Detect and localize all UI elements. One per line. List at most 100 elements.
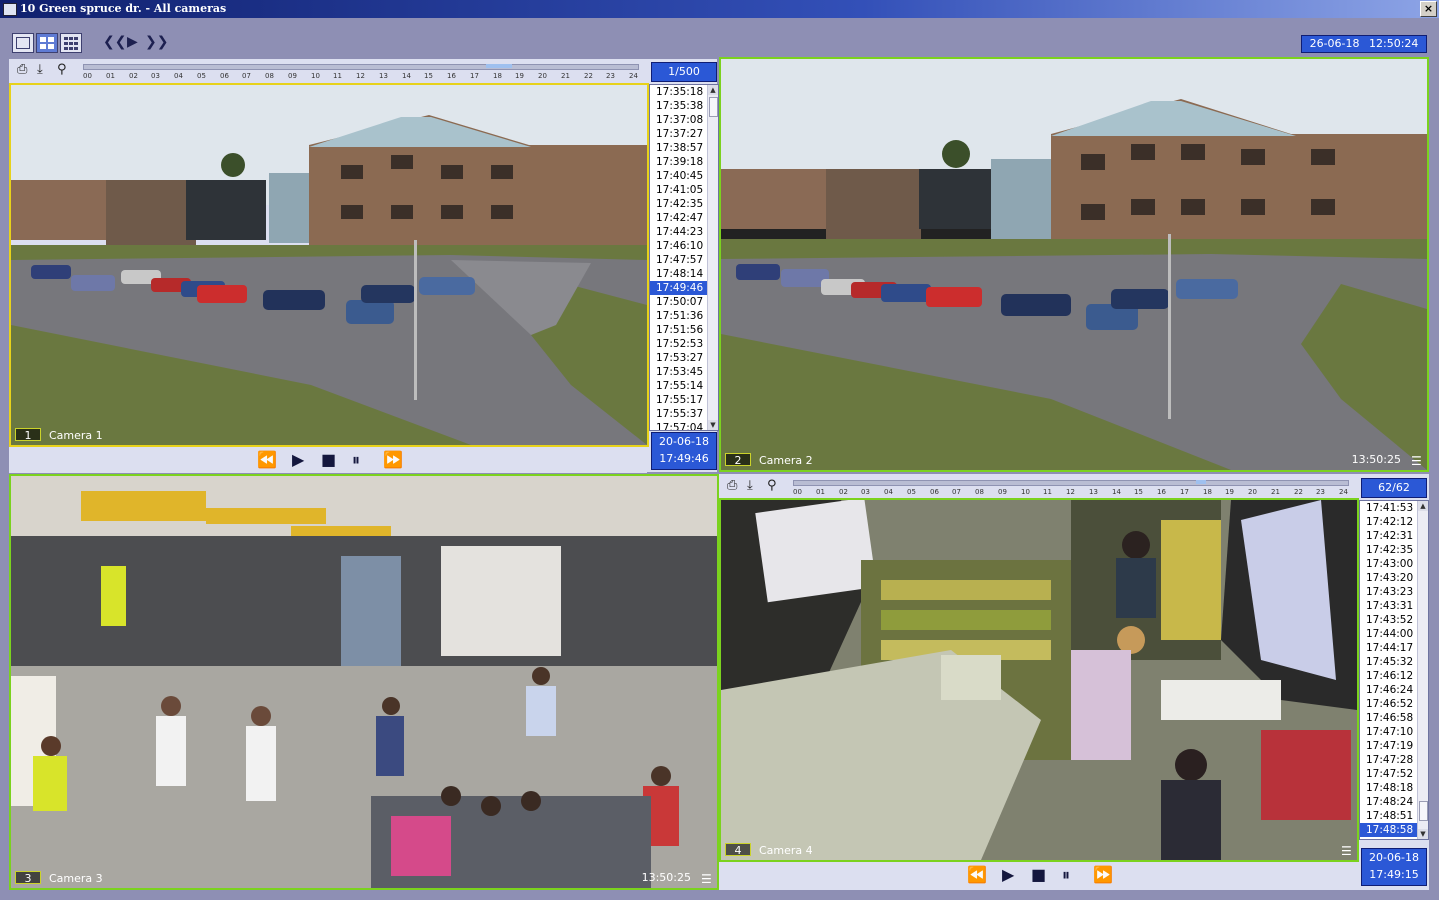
timeline-tick-label: 18 [493, 72, 502, 80]
search-icon[interactable]: ⚲ [767, 479, 777, 493]
print-icon[interactable]: ⎙ [727, 479, 737, 493]
timeline-tick-label: 00 [83, 72, 92, 80]
timeline-tick-label: 11 [333, 72, 342, 80]
camera-4-playback-controls: ⏪ ▶ ■ ⏸ ⏩ [719, 862, 1357, 888]
camera-1-video[interactable]: 1 Camera 1 [9, 83, 649, 447]
camera-1-counter: 1/500 [651, 62, 717, 82]
timeline-tick-label: 13 [379, 72, 388, 80]
download-icon[interactable]: ⤓ [37, 63, 43, 77]
app-icon [3, 3, 17, 16]
parking-lot-scene [11, 85, 647, 445]
timeline-tick-label: 14 [402, 72, 411, 80]
timeline-tick-label: 06 [930, 488, 939, 496]
timeline-tick-label: 20 [1248, 488, 1257, 496]
timeline-tick-label: 01 [816, 488, 825, 496]
camera-1-archive-datetime: 20-06-18 17:49:46 [651, 432, 717, 470]
timeline-tick-label: 17 [470, 72, 479, 80]
timeline-tick-label: 22 [584, 72, 593, 80]
main-toolbar: ❮❮ ▶ ❯❯ 26-06-18 12:50:24 [0, 18, 1439, 58]
timeline-tick-label: 05 [907, 488, 916, 496]
play-button[interactable]: ▶ [1002, 867, 1014, 883]
timeline-tick-label: 02 [839, 488, 848, 496]
rewind-button[interactable]: ⏪ [257, 452, 277, 468]
timeline-cursor[interactable] [486, 64, 512, 68]
pause-button[interactable]: ⏸ [352, 452, 360, 468]
camera-4-archive-date: 20-06-18 [1369, 851, 1419, 864]
title-bar: 10 Green spruce dr. - All cameras × [0, 0, 1439, 18]
stop-button[interactable]: ■ [321, 452, 336, 468]
camera-1-archive-date: 20-06-18 [659, 435, 709, 448]
layout-single-button[interactable] [12, 33, 34, 53]
camera-4-event-list[interactable]: 17:41:53 17:42:12 17:42:31 17:42:35 17:43:00… [1359, 500, 1429, 840]
current-time: 12:50:24 [1369, 37, 1419, 50]
camera-3-label: 3 Camera 3 [15, 871, 103, 885]
convenience-store-scene [721, 500, 1357, 860]
timeline-tick-label: 23 [606, 72, 615, 80]
play-button[interactable]: ▶ [292, 452, 304, 468]
fast-forward-button[interactable]: ⏩ [1093, 867, 1113, 883]
camera-2-label: 2 Camera 2 [725, 453, 813, 467]
timeline-tick-label: 03 [861, 488, 870, 496]
fast-forward-button[interactable]: ⏩ [383, 452, 403, 468]
download-icon[interactable]: ⤓ [747, 479, 753, 493]
camera-4-timeline[interactable]: 00 01 02 03 04 05 06 07 08 09 10 11 12 13 14 15 16 17 18 19… [793, 480, 1349, 496]
timeline-tick-label: 16 [1157, 488, 1166, 496]
timeline-tick-label: 07 [952, 488, 961, 496]
search-icon[interactable]: ⚲ [57, 63, 67, 77]
menu-icon[interactable]: ☰ [1341, 845, 1353, 857]
timeline-tick-label: 03 [151, 72, 160, 80]
timeline-tick-label: 07 [242, 72, 251, 80]
previous-page-icon[interactable]: ❮❮ [103, 33, 126, 51]
event-list-scrollbar[interactable]: ▲ ▼ [707, 85, 718, 430]
play-icon[interactable]: ▶ [127, 33, 138, 51]
timeline-tick-label: 17 [1180, 488, 1189, 496]
camera-4-archive-time: 17:49:15 [1369, 868, 1419, 881]
timeline-tick-label: 09 [288, 72, 297, 80]
camera-3-number: 3 [15, 871, 41, 885]
window-title: 10 Green spruce dr. - All cameras [20, 2, 227, 15]
timeline-tick-label: 15 [1134, 488, 1143, 496]
timeline-tick-label: 13 [1089, 488, 1098, 496]
timeline-tick-label: 24 [1339, 488, 1348, 496]
camera-1-playback-controls: ⏪ ▶ ■ ⏸ ⏩ [9, 447, 647, 473]
camera-4-counter: 62/62 [1361, 478, 1427, 498]
timeline-tick-label: 08 [975, 488, 984, 496]
timeline-tick-label: 01 [106, 72, 115, 80]
timeline-tick-label: 12 [1066, 488, 1075, 496]
timeline-tick-label: 19 [515, 72, 524, 80]
camera-3-live-time: 13:50:25 [641, 871, 691, 884]
camera-4-archive-datetime: 20-06-18 17:49:15 [1361, 848, 1427, 886]
rewind-button[interactable]: ⏪ [967, 867, 987, 883]
camera-3-video[interactable]: 3 Camera 3 13:50:25 ☰ [9, 474, 719, 890]
timeline-tick-label: 19 [1225, 488, 1234, 496]
camera-1-number: 1 [15, 428, 41, 442]
layout-nine-button[interactable] [60, 33, 82, 53]
timeline-tick-label: 02 [129, 72, 138, 80]
timeline-tick-label: 09 [998, 488, 1007, 496]
stop-button[interactable]: ■ [1031, 867, 1046, 883]
timeline-tick-label: 00 [793, 488, 802, 496]
camera-2-video[interactable]: 2 Camera 2 13:50:25 ☰ [719, 57, 1429, 472]
camera-4-label: 4 Camera 4 [725, 843, 813, 857]
camera-4-video[interactable]: 4 Camera 4 ☰ [719, 498, 1359, 862]
menu-icon[interactable]: ☰ [1411, 455, 1423, 467]
next-page-icon[interactable]: ❯❯ [145, 33, 168, 51]
camera-1-event-list[interactable]: 17:35:18 17:35:38 17:37:08 17:37:27 17:38:57… [649, 84, 719, 431]
menu-icon[interactable]: ☰ [701, 873, 713, 885]
event-list-scrollbar[interactable]: ▲ ▼ [1417, 501, 1428, 839]
timeline-tick-label: 05 [197, 72, 206, 80]
pause-button[interactable]: ⏸ [1062, 867, 1070, 883]
camera-4-toolbar: ⎙ ⤓ ⚲ 00 01 02 03 04 05 06 07 08 09 10 11 12 13 14 15 16… [719, 475, 1359, 499]
close-button[interactable]: × [1420, 1, 1437, 17]
camera-1-timeline[interactable]: 00 01 02 03 04 05 06 07 08 09 10 11 12 13 14 15 16 17 18 19… [83, 64, 639, 80]
timeline-tick-label: 11 [1043, 488, 1052, 496]
timeline-tick-label: 06 [220, 72, 229, 80]
print-icon[interactable]: ⎙ [17, 63, 27, 77]
layout-quad-button[interactable] [36, 33, 58, 53]
timeline-tick-label: 23 [1316, 488, 1325, 496]
timeline-tick-label: 15 [424, 72, 433, 80]
timeline-cursor[interactable] [1196, 480, 1206, 484]
current-datetime: 26-06-18 12:50:24 [1301, 35, 1427, 53]
camera-4-number: 4 [725, 843, 751, 857]
camera-2-name: Camera 2 [759, 454, 813, 467]
